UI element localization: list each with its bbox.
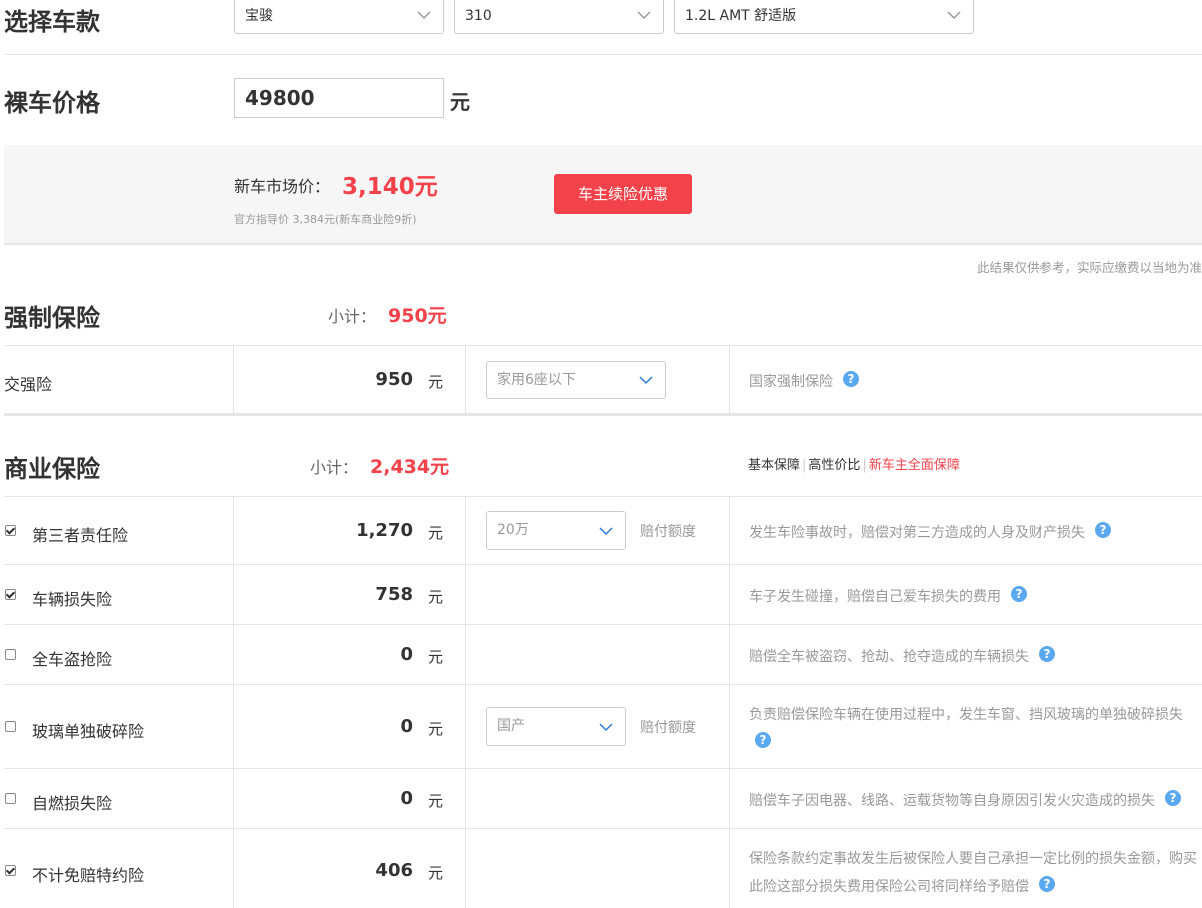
- chevron-down-icon: [417, 11, 431, 20]
- row-amount: 758: [375, 584, 413, 605]
- divider: [4, 684, 1202, 685]
- model-select[interactable]: 310: [454, 0, 664, 34]
- row-amount: 0: [400, 788, 413, 809]
- row-amount: 406: [375, 860, 413, 881]
- commercial-subtotal-label: 小计：: [310, 458, 359, 477]
- row-unit: 元: [428, 864, 444, 882]
- row-desc-line2: 此险这部分损失费用保险公司将同样给予赔偿: [749, 879, 1029, 895]
- checkbox-icon[interactable]: [5, 865, 16, 876]
- row-desc: 负责赔偿保险车辆在使用过程中，发生车窗、挡风玻璃的单独破碎损失: [749, 707, 1183, 723]
- row-amount: 950: [375, 369, 413, 390]
- row-amount: 1,270: [356, 520, 413, 541]
- compulsory-subtotal-label: 小计：: [328, 307, 377, 326]
- price-title: 裸车价格: [4, 89, 100, 117]
- row-name: 全车盗抢险: [32, 650, 113, 669]
- divider: [4, 496, 1202, 497]
- help-icon[interactable]: ?: [1165, 790, 1181, 806]
- row-unit: 元: [428, 720, 444, 738]
- guide-price-note: 官方指导价 3,384元(新车商业险9折): [234, 213, 417, 226]
- row-desc: 赔偿车子因电器、线路、运载货物等自身原因引发火灾造成的损失: [749, 793, 1155, 809]
- commercial-subtotal-value: 2,434元: [370, 456, 450, 478]
- divider: [4, 768, 1202, 769]
- row-unit: 元: [428, 524, 444, 542]
- help-icon[interactable]: ?: [1095, 522, 1111, 538]
- row-unit: 元: [428, 588, 444, 606]
- divider: [4, 54, 1202, 55]
- help-icon[interactable]: ?: [1039, 876, 1055, 892]
- brand-select-value: 宝骏: [245, 8, 273, 24]
- seat-type-select[interactable]: 家用6座以下: [486, 361, 666, 399]
- market-price-value: 3,140元: [342, 174, 438, 200]
- brand-select[interactable]: 宝骏: [234, 0, 444, 34]
- market-price-label: 新车市场价：: [234, 177, 331, 196]
- row-amount: 0: [400, 716, 413, 737]
- plan-links: 基本保障 | 高性价比 | 新车主全面保障: [748, 454, 960, 473]
- col-divider: [729, 497, 730, 908]
- divider: [4, 564, 1202, 565]
- compulsory-subtotal-value: 950元: [388, 305, 447, 327]
- row-unit: 元: [428, 792, 444, 810]
- row-name: 第三者责任险: [32, 526, 129, 545]
- trim-select-value: 1.2L AMT 舒适版: [685, 8, 797, 24]
- disclaimer: 此结果仅供参考，实际应缴费以当地为准: [976, 260, 1202, 275]
- trim-select[interactable]: 1.2L AMT 舒适版: [674, 0, 974, 34]
- row-name: 玻璃单独破碎险: [32, 722, 145, 741]
- row-desc: 国家强制保险: [749, 374, 833, 390]
- checkbox-icon[interactable]: [5, 793, 16, 804]
- row-name: 不计免赔特约险: [32, 866, 145, 885]
- col-divider: [233, 497, 234, 908]
- row-desc: 保险条款约定事故发生后被保险人要自己承担一定比例的损失金额，购买: [749, 851, 1197, 867]
- commercial-title: 商业保险: [4, 455, 100, 483]
- link-separator: |: [802, 458, 807, 473]
- plan-link-full[interactable]: 新车主全面保障: [869, 458, 960, 473]
- col-divider: [233, 346, 234, 413]
- compulsory-title: 强制保险: [4, 304, 100, 332]
- chevron-down-icon: [639, 376, 653, 385]
- chevron-down-icon: [637, 11, 651, 20]
- coverage-select[interactable]: 20万: [486, 511, 626, 550]
- row-name: 交强险: [4, 375, 53, 394]
- col-divider: [465, 497, 466, 908]
- link-separator: |: [862, 458, 867, 473]
- help-icon[interactable]: ?: [1011, 586, 1027, 602]
- renewal-discount-button[interactable]: 车主续险优惠: [554, 174, 692, 214]
- glass-type-select[interactable]: 国产: [486, 707, 626, 746]
- help-icon[interactable]: ?: [755, 732, 771, 748]
- col-divider: [465, 346, 466, 413]
- chevron-down-icon: [947, 11, 961, 20]
- price-input[interactable]: [234, 78, 444, 118]
- checkbox-icon[interactable]: [5, 589, 16, 600]
- row-desc: 赔偿全车被盗窃、抢劫、抢夺造成的车辆损失: [749, 649, 1029, 665]
- model-select-value: 310: [465, 8, 492, 24]
- checkbox-icon[interactable]: [5, 525, 16, 536]
- price-unit: 元: [450, 90, 470, 114]
- coverage-select-value: 20万: [497, 522, 529, 538]
- checkbox-icon[interactable]: [5, 721, 16, 732]
- chevron-down-icon: [599, 527, 613, 536]
- glass-type-value: 国产: [497, 718, 525, 734]
- plan-link-value[interactable]: 高性价比: [808, 458, 860, 473]
- row-name: 车辆损失险: [32, 590, 113, 609]
- select-car-title: 选择车款: [4, 8, 100, 36]
- coverage-label: 赔付额度: [640, 524, 696, 540]
- seat-type-value: 家用6座以下: [497, 372, 576, 388]
- row-unit: 元: [428, 373, 444, 391]
- row-amount: 0: [400, 644, 413, 665]
- chevron-down-icon: [599, 723, 613, 732]
- plan-link-basic[interactable]: 基本保障: [748, 458, 800, 473]
- help-icon[interactable]: ?: [1039, 646, 1055, 662]
- divider: [4, 828, 1202, 829]
- row-desc: 车子发生碰撞，赔偿自己爱车损失的费用: [749, 589, 1001, 605]
- divider: [4, 624, 1202, 625]
- help-icon[interactable]: ?: [843, 371, 859, 387]
- row-unit: 元: [428, 648, 444, 666]
- coverage-label: 赔付额度: [640, 720, 696, 736]
- row-name: 自燃损失险: [32, 794, 113, 813]
- col-divider: [729, 346, 730, 413]
- checkbox-icon[interactable]: [5, 649, 16, 660]
- row-desc: 发生车险事故时，赔偿对第三方造成的人身及财产损失: [749, 525, 1085, 541]
- section-divider: [4, 413, 1202, 416]
- divider: [4, 345, 1202, 346]
